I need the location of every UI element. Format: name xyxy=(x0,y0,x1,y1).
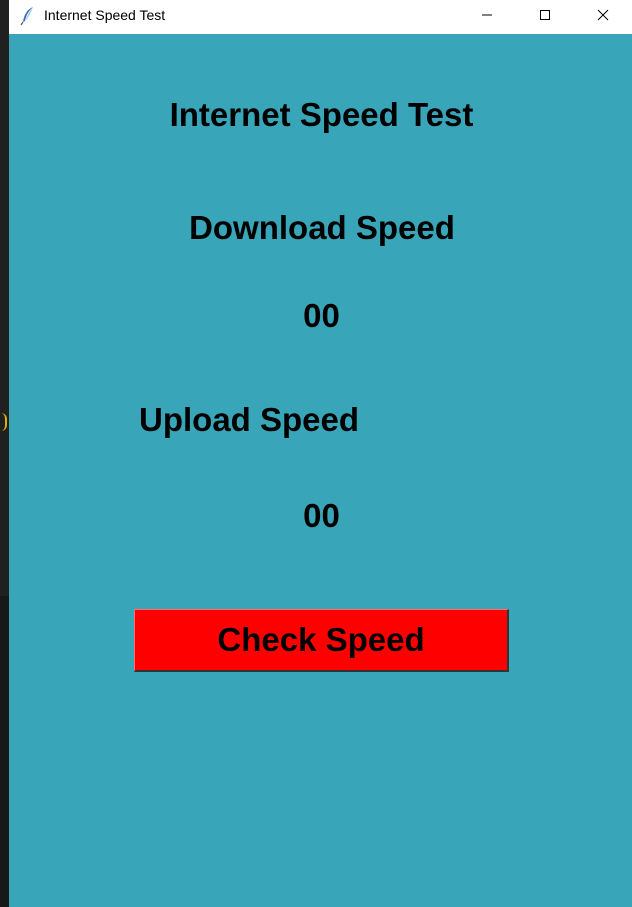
upload-speed-value: 00 xyxy=(303,497,340,534)
maximize-button[interactable] xyxy=(516,0,574,34)
minimize-icon xyxy=(481,8,493,26)
download-speed-value: 00 xyxy=(303,297,340,334)
download-speed-label: Download Speed xyxy=(189,209,455,246)
app-window: Internet Speed Test Internet Speed Test … xyxy=(9,0,632,907)
maximize-icon xyxy=(539,8,551,26)
minimize-button[interactable] xyxy=(458,0,516,34)
window-title: Internet Speed Test xyxy=(44,7,166,23)
upload-speed-label: Upload Speed xyxy=(139,401,360,438)
page-title: Internet Speed Test xyxy=(169,96,474,133)
window-titlebar[interactable]: Internet Speed Test xyxy=(9,0,632,34)
background-desktop-strip-lower xyxy=(0,596,9,907)
close-button[interactable] xyxy=(574,0,632,34)
feather-icon xyxy=(20,6,36,26)
check-speed-button[interactable]: Check Speed xyxy=(134,609,509,672)
close-icon xyxy=(597,8,609,26)
